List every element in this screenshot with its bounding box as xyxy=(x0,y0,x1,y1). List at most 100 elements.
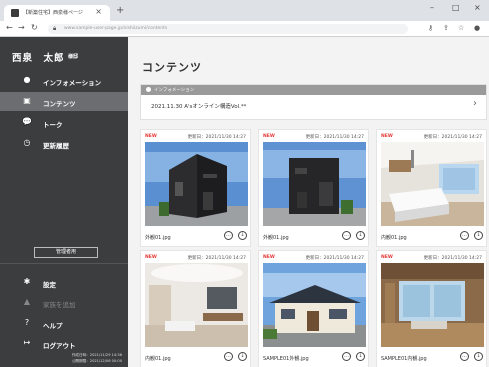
logout-icon: ↦ xyxy=(23,338,31,347)
address-bar: ← → ↻ 🔒︎ www.sample-user-page.jp/nishiiz… xyxy=(0,21,489,37)
sidebar-item-history[interactable]: ◷ 更新履歴 xyxy=(0,134,128,153)
file-name: SAMPLE01外観.jpg xyxy=(263,356,309,362)
comment-icon[interactable]: … xyxy=(342,352,351,361)
content-card[interactable]: NEW 更新日：2021/11/30 14:27 SAMPLE01外観.jpg … xyxy=(258,250,369,367)
new-badge: NEW xyxy=(263,255,275,260)
forward-icon[interactable]: → xyxy=(18,23,25,32)
maximize-icon[interactable]: □ xyxy=(452,3,460,12)
star-icon[interactable]: ☆ xyxy=(458,24,464,32)
comment-icon[interactable]: … xyxy=(460,231,469,240)
sidebar-item-information[interactable]: ● インフォメーション xyxy=(0,71,128,90)
updated-date: 更新日：2021/11/30 14:27 xyxy=(423,135,482,140)
chevron-right-icon[interactable]: › xyxy=(473,98,477,109)
sidebar-item-label: 設定 xyxy=(43,281,56,289)
sidebar-item-label: ログアウト xyxy=(43,342,76,350)
file-name: 外観01.jpg xyxy=(145,235,171,241)
user-add-icon: ▲ xyxy=(23,297,31,306)
thumbnail-tile-roof-house[interactable] xyxy=(263,263,366,347)
comment-icon[interactable]: … xyxy=(224,231,233,240)
file-name: 内観01.jpg xyxy=(145,356,171,362)
admin-button[interactable]: 管理者用 xyxy=(34,247,98,258)
published-date: 公開期限：2021/12/06 00:00 xyxy=(71,359,122,363)
file-name: 外観01.jpg xyxy=(263,235,289,241)
sidebar: 西泉 太郎 様邸 ● インフォメーション ▣ コンテンツ 💬 トーク ◷ 更新履… xyxy=(0,37,128,367)
image-icon: ▣ xyxy=(23,96,31,105)
minimize-icon[interactable]: – xyxy=(430,3,434,12)
updated-date: 更新日：2021/11/30 14:27 xyxy=(305,256,364,261)
sidebar-divider xyxy=(0,263,128,264)
comment-icon[interactable]: … xyxy=(460,352,469,361)
thumbnail-wood-interior[interactable] xyxy=(381,263,484,347)
content-card[interactable]: NEW 更新日：2021/11/30 14:27 内観01.jpg … ↓ xyxy=(140,250,251,367)
thumbnail-living-room[interactable] xyxy=(145,263,248,347)
updated-date: 更新日：2021/11/30 14:27 xyxy=(423,256,482,261)
back-icon[interactable]: ← xyxy=(6,23,13,32)
thumbnail-dark-house-front[interactable] xyxy=(263,142,366,226)
browser-tab[interactable]: 【新築住宅】西泉様ページ × xyxy=(4,5,110,21)
new-tab-button[interactable]: + xyxy=(116,5,124,17)
content-card[interactable]: NEW 更新日：2021/11/30 14:27 外観01.jpg … ↓ xyxy=(140,129,251,247)
url-field[interactable]: 🔒︎ www.sample-user-page.jp/nishiizumi/co… xyxy=(48,24,408,34)
new-badge: NEW xyxy=(381,255,393,260)
download-icon[interactable]: ↓ xyxy=(356,352,365,361)
help-icon: ? xyxy=(24,318,30,327)
comment-icon[interactable]: … xyxy=(342,231,351,240)
download-icon[interactable]: ↓ xyxy=(238,352,247,361)
thumbnail-dark-house[interactable] xyxy=(145,142,248,226)
close-window-icon[interactable]: × xyxy=(474,3,481,12)
main-content: コンテンツ インフォメーション 2021.11.30 A'sオンライン構造Vol… xyxy=(128,37,489,367)
favicon-icon xyxy=(11,9,19,17)
download-icon[interactable]: ↓ xyxy=(474,231,483,240)
content-card[interactable]: NEW 更新日：2021/11/30 14:27 外観01.jpg … ↓ xyxy=(258,129,369,247)
tab-bar: 【新築住宅】西泉様ページ × + – □ × xyxy=(0,0,489,21)
sidebar-item-label: トーク xyxy=(43,121,63,129)
tab-close-icon[interactable]: × xyxy=(95,7,102,16)
new-badge: NEW xyxy=(145,134,157,139)
info-text: 2021.11.30 A'sオンライン構造Vol.** xyxy=(151,104,247,110)
content-card[interactable]: NEW 更新日：2021/11/30 14:27 SAMPLE01内観.jpg … xyxy=(376,250,487,367)
share-icon[interactable]: ⇪ xyxy=(443,24,449,32)
dot-icon: ● xyxy=(23,75,31,84)
download-icon[interactable]: ↓ xyxy=(238,231,247,240)
sidebar-item-label: コンテンツ xyxy=(43,100,76,108)
file-name: SAMPLE01内観.jpg xyxy=(381,356,427,362)
sidebar-item-settings[interactable]: ✱ 設定 xyxy=(0,273,128,292)
info-header-label: インフォメーション xyxy=(154,88,195,93)
info-dot-icon xyxy=(146,87,151,92)
sidebar-item-contents[interactable]: ▣ コンテンツ xyxy=(0,92,128,111)
updated-date: 更新日：2021/11/30 14:27 xyxy=(187,256,246,261)
sidebar-item-help[interactable]: ? ヘルプ xyxy=(0,314,128,333)
thumbnail-kitchen[interactable] xyxy=(381,142,484,226)
new-badge: NEW xyxy=(263,134,275,139)
clock-icon: ◷ xyxy=(23,138,31,147)
comment-icon[interactable]: … xyxy=(224,352,233,361)
new-badge: NEW xyxy=(381,134,393,139)
content-card[interactable]: NEW 更新日：2021/11/30 14:27 内観01.jpg … ↓ xyxy=(376,129,487,247)
information-card[interactable]: インフォメーション 2021.11.30 A'sオンライン構造Vol.** › xyxy=(140,84,487,120)
user-name: 西泉 太郎 xyxy=(12,53,65,64)
reload-icon[interactable]: ↻ xyxy=(31,23,38,32)
download-icon[interactable]: ↓ xyxy=(356,231,365,240)
lock-icon: 🔒︎ xyxy=(53,25,57,32)
sidebar-item-label: 更新履歴 xyxy=(43,142,69,150)
gear-icon: ✱ xyxy=(23,277,31,286)
updated-date: 更新日：2021/11/30 14:27 xyxy=(305,135,364,140)
created-date: 作成日時：2021/11/29 14:36 xyxy=(71,353,122,357)
chat-icon: 💬 xyxy=(22,117,32,126)
sidebar-item-label: ヘルプ xyxy=(43,322,63,330)
key-icon[interactable]: ⚷ xyxy=(428,24,433,32)
sidebar-item-logout[interactable]: ↦ ログアウト xyxy=(0,334,128,353)
sidebar-item-talk[interactable]: 💬 トーク xyxy=(0,113,128,132)
sidebar-item-label: 家族を追加 xyxy=(43,301,76,309)
url-text: www.sample-user-page.jp/nishiizumi/conte… xyxy=(64,26,168,31)
download-icon[interactable]: ↓ xyxy=(474,352,483,361)
sidebar-item-add-family[interactable]: ▲ 家族を追加 xyxy=(0,293,128,312)
profile-icon[interactable]: ● xyxy=(474,24,480,32)
info-header: インフォメーション xyxy=(141,85,486,95)
new-badge: NEW xyxy=(145,255,157,260)
file-name: 内観01.jpg xyxy=(381,235,407,241)
page-title: コンテンツ xyxy=(142,61,202,74)
updated-date: 更新日：2021/11/30 14:27 xyxy=(187,135,246,140)
tab-title: 【新築住宅】西泉様ページ xyxy=(23,10,83,16)
user-role-badge: 様邸 xyxy=(68,54,79,60)
